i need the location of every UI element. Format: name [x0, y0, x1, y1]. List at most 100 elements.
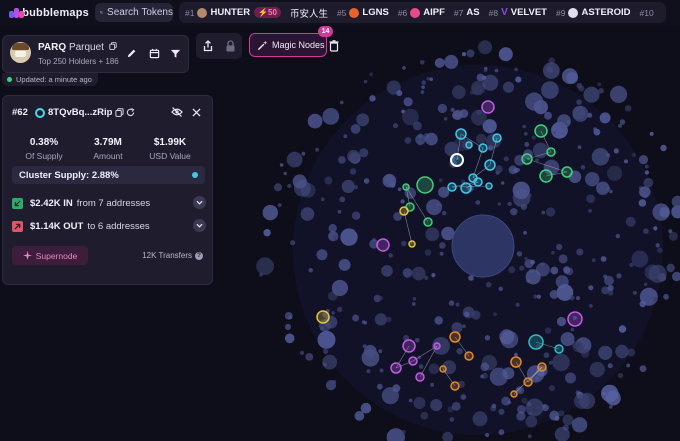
holder-bubble[interactable] [580, 165, 586, 170]
holder-bubble[interactable] [480, 362, 490, 372]
holder-bubble[interactable] [393, 123, 398, 129]
chevron-down-icon[interactable] [193, 219, 206, 232]
holder-bubble[interactable] [403, 97, 413, 107]
holder-bubble[interactable] [322, 362, 327, 367]
holder-bubble[interactable] [583, 86, 600, 103]
holder-bubble[interactable] [307, 113, 323, 129]
cluster-bubble[interactable] [450, 381, 460, 391]
holder-bubble[interactable] [460, 394, 467, 400]
holder-bubble[interactable] [442, 431, 453, 441]
holder-bubble[interactable] [352, 314, 360, 322]
holder-bubble[interactable] [323, 348, 329, 354]
holder-bubble[interactable] [494, 68, 499, 73]
holder-bubble[interactable] [610, 85, 628, 103]
cluster-supply-row[interactable]: Cluster Supply: 2.88% [12, 166, 205, 184]
token-asteroid[interactable]: #9 ASTEROID [556, 7, 631, 18]
chevron-down-icon[interactable] [193, 196, 206, 209]
holder-bubble[interactable] [411, 266, 426, 281]
holder-bubble[interactable] [556, 243, 563, 251]
holder-bubble[interactable] [434, 316, 443, 325]
holder-bubble[interactable] [556, 316, 567, 327]
holder-bubble[interactable] [430, 399, 443, 412]
holder-bubble[interactable] [441, 210, 447, 216]
holder-bubble[interactable] [649, 131, 654, 136]
cluster-bubble[interactable] [402, 183, 410, 191]
holder-bubble[interactable] [554, 415, 560, 421]
holder-bubble[interactable] [500, 181, 505, 185]
holder-bubble[interactable] [361, 348, 380, 367]
holder-bubble[interactable] [374, 313, 387, 326]
holder-bubble[interactable] [648, 264, 667, 283]
cluster-bubble[interactable] [561, 166, 573, 178]
cluster-bubble[interactable] [460, 182, 472, 194]
holder-bubble[interactable] [292, 174, 307, 189]
holder-bubble[interactable] [424, 275, 429, 280]
holder-bubble[interactable] [287, 183, 292, 188]
holder-bubble[interactable] [512, 181, 530, 199]
holder-bubble[interactable] [653, 226, 658, 231]
holder-bubble[interactable] [629, 262, 634, 268]
holder-bubble[interactable] [524, 142, 530, 147]
holder-bubble[interactable] [541, 210, 546, 215]
token-velvet[interactable]: #8 V VELVET [489, 7, 547, 18]
holder-bubble[interactable] [571, 417, 588, 433]
holder-bubble[interactable] [508, 165, 518, 175]
holder-bubble[interactable] [625, 216, 636, 227]
holder-bubble[interactable] [615, 344, 629, 359]
holder-bubble[interactable] [461, 52, 467, 57]
holder-bubble[interactable] [402, 66, 406, 70]
holder-bubble[interactable] [501, 396, 511, 406]
holder-bubble[interactable] [549, 290, 559, 299]
holder-bubble[interactable] [431, 273, 436, 278]
holder-bubble[interactable] [576, 248, 584, 256]
holder-bubble[interactable] [274, 183, 282, 192]
clear-magic-nodes-button[interactable] [328, 38, 340, 54]
close-panel-button[interactable] [190, 106, 202, 118]
cluster-bubble[interactable] [316, 310, 330, 324]
holder-bubble[interactable] [316, 249, 328, 261]
holder-bubble[interactable] [643, 228, 649, 234]
cluster-bubble[interactable] [534, 124, 548, 138]
holder-bubble[interactable] [315, 147, 320, 152]
holder-bubble[interactable] [425, 227, 440, 242]
holder-bubble[interactable] [527, 434, 532, 439]
holder-bubble[interactable] [388, 253, 393, 258]
holder-bubble[interactable] [420, 60, 425, 65]
holder-bubble[interactable] [417, 140, 423, 146]
cluster-bubble[interactable] [567, 311, 583, 327]
holder-bubble[interactable] [484, 335, 491, 341]
holder-bubble[interactable] [644, 170, 650, 175]
holder-bubble[interactable] [574, 393, 590, 409]
holder-bubble[interactable] [544, 327, 552, 334]
holder-bubble[interactable] [522, 124, 526, 129]
holder-bubble[interactable] [643, 282, 648, 287]
cluster-bubble[interactable] [376, 238, 390, 252]
holder-bubble[interactable] [328, 224, 337, 233]
holder-bubble[interactable] [548, 360, 553, 365]
holder-bubble[interactable] [565, 372, 576, 384]
holder-bubble[interactable] [603, 274, 608, 279]
holder-bubble[interactable] [485, 281, 492, 288]
holder-bubble[interactable] [400, 199, 405, 204]
holder-bubble[interactable] [439, 242, 446, 249]
holder-bubble[interactable] [290, 240, 296, 246]
share-icon[interactable] [202, 40, 214, 52]
holder-bubble[interactable] [262, 204, 278, 221]
cluster-bubble[interactable] [521, 153, 533, 165]
holder-bubble[interactable] [351, 211, 361, 220]
holder-bubble[interactable] [366, 369, 371, 374]
holder-bubble[interactable] [379, 368, 384, 373]
holder-bubble[interactable] [618, 124, 622, 128]
holder-bubble[interactable] [615, 234, 620, 239]
cluster-bubble[interactable] [537, 362, 547, 372]
holder-bubble[interactable] [353, 185, 358, 190]
holder-bubble[interactable] [421, 85, 425, 89]
holder-bubble[interactable] [570, 327, 575, 332]
holder-bubble[interactable] [471, 84, 483, 96]
holder-bubble[interactable] [524, 132, 528, 136]
holder-bubble[interactable] [464, 311, 470, 318]
holder-bubble[interactable] [360, 402, 372, 414]
holder-bubble[interactable] [671, 195, 680, 208]
holder-bubble[interactable] [402, 430, 406, 434]
holder-bubble[interactable] [284, 323, 292, 330]
